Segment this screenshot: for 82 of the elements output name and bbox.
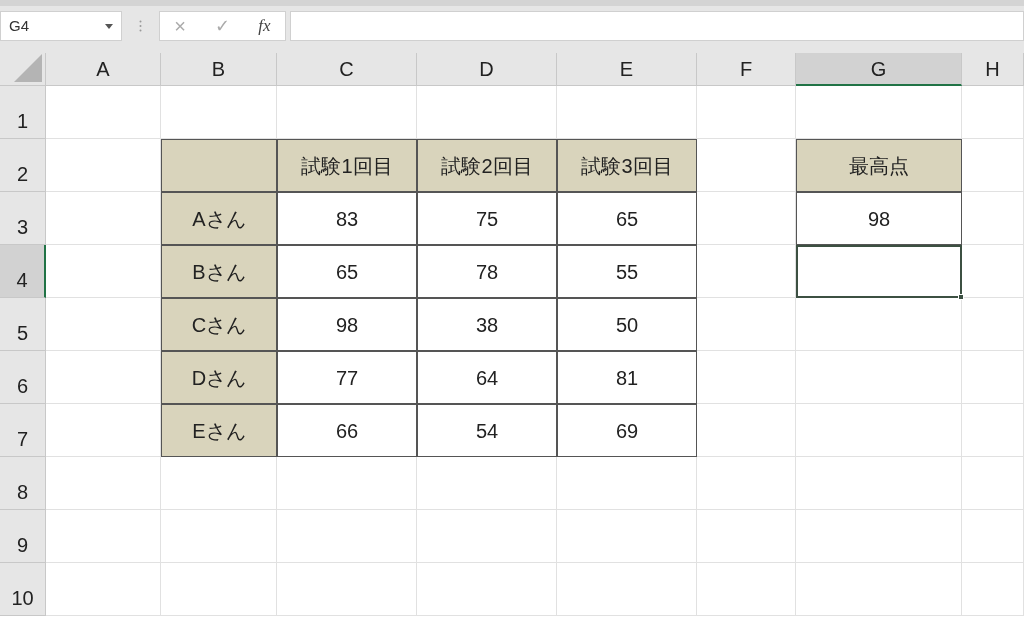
table-cell[interactable]: 78 <box>417 245 557 298</box>
table-cell[interactable]: 98 <box>796 192 962 245</box>
table-cell[interactable]: 66 <box>277 404 417 457</box>
empty-cell[interactable] <box>557 563 697 616</box>
empty-cell[interactable] <box>161 510 277 563</box>
dropdown-caret-icon <box>105 23 113 29</box>
column-header[interactable]: C <box>277 53 417 86</box>
header-cell[interactable]: 最高点 <box>796 139 962 192</box>
empty-cell[interactable] <box>417 563 557 616</box>
insert-function-button[interactable]: fx <box>258 13 271 39</box>
table-cell[interactable]: 64 <box>417 351 557 404</box>
header-cell[interactable]: 試験2回目 <box>417 139 557 192</box>
name-box[interactable]: G4 <box>0 11 122 41</box>
select-all-triangle-icon[interactable] <box>14 54 42 82</box>
row-header[interactable]: 5 <box>0 298 46 351</box>
empty-cell[interactable] <box>796 298 962 351</box>
table-cell[interactable]: 65 <box>277 245 417 298</box>
empty-cell[interactable] <box>962 86 1024 139</box>
row-header[interactable]: 1 <box>0 86 46 139</box>
header-cell[interactable] <box>161 139 277 192</box>
header-cell[interactable]: Bさん <box>161 245 277 298</box>
empty-cell[interactable] <box>277 510 417 563</box>
empty-cell[interactable] <box>417 457 557 510</box>
empty-cell[interactable] <box>161 563 277 616</box>
column-header[interactable]: D <box>417 53 557 86</box>
header-cell[interactable]: Aさん <box>161 192 277 245</box>
empty-cell[interactable] <box>962 563 1024 616</box>
table-cell[interactable]: 69 <box>557 404 697 457</box>
table-cell[interactable]: 77 <box>277 351 417 404</box>
column-header[interactable]: G <box>796 53 962 86</box>
table-cell[interactable]: 98 <box>277 298 417 351</box>
empty-cell[interactable] <box>962 404 1024 457</box>
header-cell[interactable]: 試験1回目 <box>277 139 417 192</box>
empty-cell[interactable] <box>697 563 796 616</box>
table-cell[interactable]: 50 <box>557 298 697 351</box>
empty-cell[interactable] <box>962 351 1024 404</box>
empty-cell[interactable] <box>161 457 277 510</box>
header-cell[interactable]: 試験3回目 <box>557 139 697 192</box>
empty-cell[interactable] <box>796 457 962 510</box>
row-header[interactable]: 2 <box>0 139 46 192</box>
empty-cell[interactable] <box>962 510 1024 563</box>
table-cell[interactable]: 38 <box>417 298 557 351</box>
row-header[interactable]: 9 <box>0 510 46 563</box>
row-header[interactable]: 3 <box>0 192 46 245</box>
empty-cell[interactable] <box>277 563 417 616</box>
fill-handle[interactable] <box>958 294 964 300</box>
grip-dots-icon <box>139 20 142 32</box>
selected-cell[interactable] <box>796 245 962 298</box>
table-cell[interactable]: 75 <box>417 192 557 245</box>
row-header[interactable]: 4 <box>0 245 46 298</box>
header-cell[interactable]: Dさん <box>161 351 277 404</box>
column-header[interactable]: A <box>46 53 161 86</box>
header-cell[interactable]: Cさん <box>161 298 277 351</box>
header-cell[interactable]: Eさん <box>161 404 277 457</box>
empty-cell[interactable] <box>697 86 796 139</box>
table-cell[interactable]: 55 <box>557 245 697 298</box>
empty-cell[interactable] <box>277 457 417 510</box>
empty-cell[interactable] <box>796 351 962 404</box>
column-header[interactable]: E <box>557 53 697 86</box>
table-cell[interactable]: 65 <box>557 192 697 245</box>
empty-cell[interactable] <box>796 510 962 563</box>
row-header[interactable]: 6 <box>0 351 46 404</box>
row-header[interactable]: 10 <box>0 563 46 616</box>
cell-reference-text: G4 <box>9 15 29 36</box>
table-cell[interactable]: 81 <box>557 351 697 404</box>
empty-cell[interactable] <box>962 457 1024 510</box>
table-cell[interactable]: 54 <box>417 404 557 457</box>
empty-cell[interactable] <box>557 457 697 510</box>
column-header[interactable]: F <box>697 53 796 86</box>
empty-cell[interactable] <box>697 457 796 510</box>
empty-cell[interactable] <box>796 563 962 616</box>
column-header[interactable]: B <box>161 53 277 86</box>
empty-cell[interactable] <box>962 298 1024 351</box>
row-header[interactable]: 8 <box>0 457 46 510</box>
formula-input[interactable] <box>290 11 1024 41</box>
empty-cell[interactable] <box>417 510 557 563</box>
empty-cell[interactable] <box>796 404 962 457</box>
empty-cell[interactable] <box>557 510 697 563</box>
column-header[interactable]: H <box>962 53 1024 86</box>
row-header[interactable]: 7 <box>0 404 46 457</box>
empty-cell[interactable] <box>697 510 796 563</box>
table-cell[interactable]: 83 <box>277 192 417 245</box>
